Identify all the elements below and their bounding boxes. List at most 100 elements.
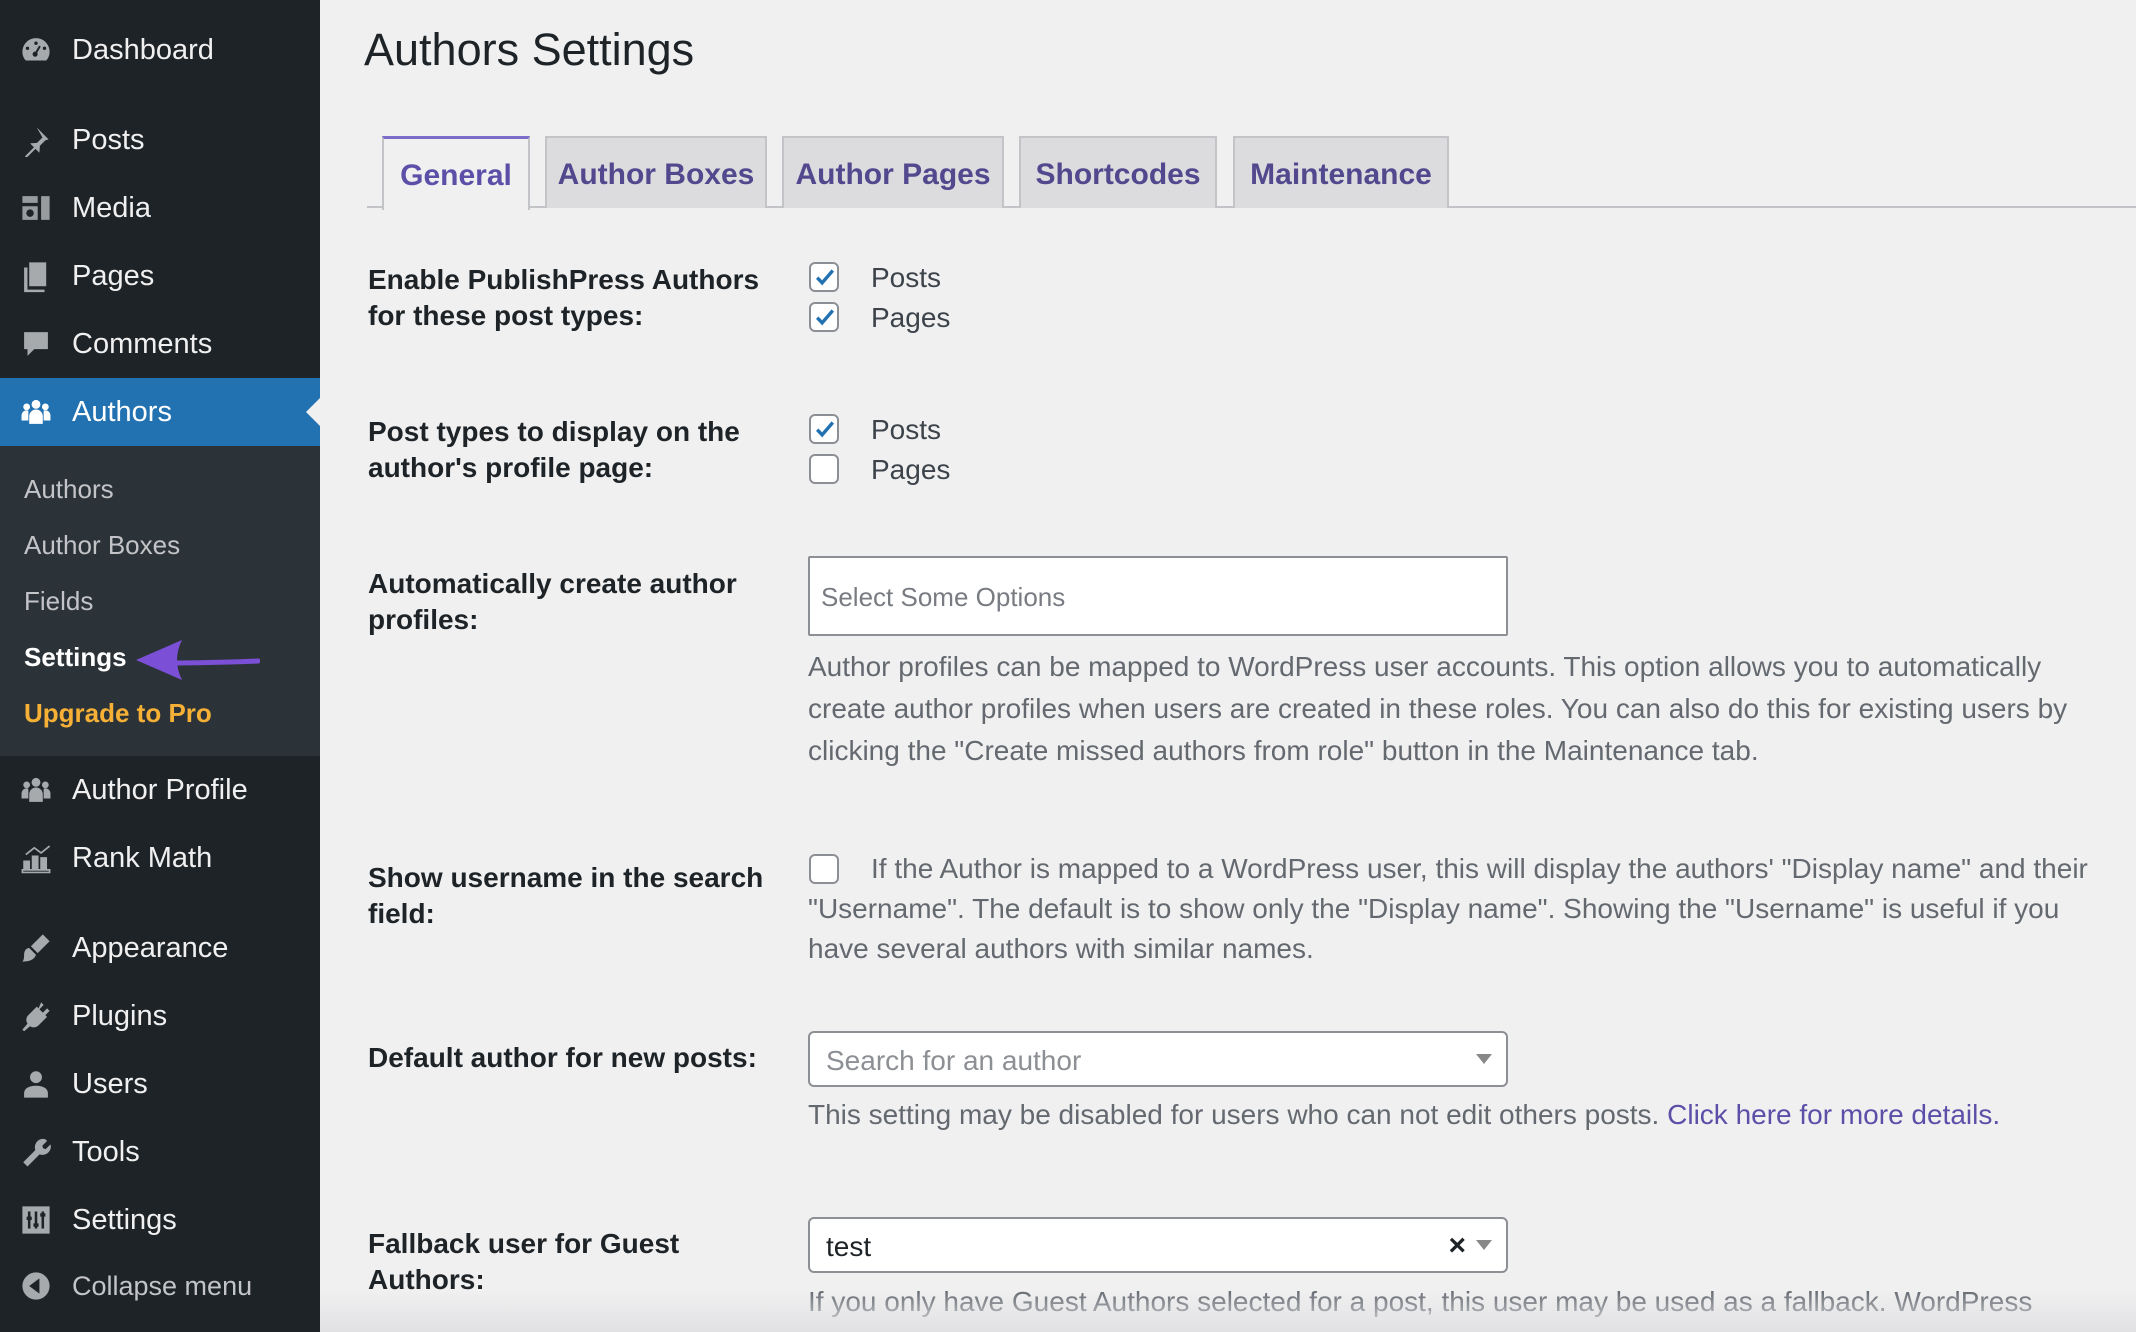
menu-users[interactable]: Users [0,1052,320,1116]
menu-label: Tools [72,1135,140,1168]
desc-line: Author profiles can be mapped to WordPre… [808,651,2042,682]
menu-pages[interactable]: Pages [0,244,320,308]
author-profile-icon [17,771,55,809]
authors-icon [17,393,55,431]
menu-posts[interactable]: Posts [0,108,320,172]
settings-tabs: General Author Boxes Author Pages Shortc… [367,134,2136,210]
desc-line: If the Author is mapped to a WordPress u… [871,853,2088,884]
profile-page-posts-checkbox[interactable] [809,414,839,444]
menu-label: Collapse menu [72,1270,253,1301]
desc-line: have several authors with similar names. [808,933,1314,964]
menu-tools[interactable]: Tools [0,1120,320,1184]
submenu-author-boxes[interactable]: Author Boxes [24,530,180,561]
label-line: Show username in the search [368,862,764,893]
fallback-user-select[interactable]: test × [808,1217,1508,1273]
auto-create-label: Automatically create author profiles: [368,566,737,638]
menu-label: Settings [72,1203,177,1236]
brush-icon [17,929,55,967]
more-details-link[interactable]: Click here for more details. [1667,1099,2000,1130]
label-line: Automatically create author [368,568,737,599]
menu-label: Posts [72,123,145,156]
menu-plugins[interactable]: Plugins [0,984,320,1048]
auto-create-roles-multiselect[interactable]: Select Some Options [808,556,1508,636]
submenu-authors[interactable]: Authors [24,474,114,505]
label-line: field: [368,898,435,929]
label-line: author's profile page: [368,452,654,483]
rank-math-icon [17,839,55,877]
label-line: Fallback user for Guest [368,1228,680,1259]
menu-appearance[interactable]: Appearance [0,916,320,980]
dashboard-icon [17,31,55,69]
desc-text: This setting may be disabled for users w… [808,1099,1660,1130]
multiselect-placeholder: Select Some Options [821,582,1066,612]
menu-label: Users [72,1067,148,1100]
default-author-description: This setting may be disabled for users w… [808,1094,2000,1136]
menu-label: Plugins [72,999,168,1032]
post-types-pages-checkbox[interactable] [809,302,839,332]
menu-dashboard[interactable]: Dashboard [0,18,320,82]
settings-icon [17,1201,55,1239]
authors-submenu: Authors Author Boxes Fields Settings Upg… [0,446,320,756]
checkmark-icon [815,421,835,438]
profile-page-pages-checkbox[interactable] [809,454,839,484]
menu-label: Rank Math [72,841,213,874]
checkbox-label: Posts [871,414,942,445]
chevron-down-icon [1476,1054,1492,1064]
checkbox-label: Posts [871,262,942,293]
menu-label: Comments [72,327,213,360]
menu-label: Appearance [72,931,229,964]
menu-authors[interactable]: Authors [0,378,320,446]
checkbox-label: Pages [871,454,951,485]
post-types-label: Enable PublishPress Authors for these po… [368,262,759,334]
collapse-icon [17,1267,55,1305]
desc-line: "Username". The default is to show only … [808,893,2060,924]
annotation-arrow-icon [136,640,260,680]
desc-line: create author profiles when users are cr… [808,693,2068,724]
menu-settings[interactable]: Settings [0,1188,320,1252]
tab-general[interactable]: General [382,136,530,210]
submenu-settings[interactable]: Settings [24,642,127,673]
tab-maintenance[interactable]: Maintenance [1233,136,1449,208]
pin-icon [17,121,55,159]
menu-author-profile[interactable]: Author Profile [0,758,320,822]
menu-label: Dashboard [72,33,214,66]
label-line: Post types to display on the [368,416,740,447]
default-author-label: Default author for new posts: [368,1042,757,1073]
desc-line: clicking the "Create missed authors from… [808,735,1759,766]
menu-comments[interactable]: Comments [0,312,320,376]
label-line: Enable PublishPress Authors [368,264,760,295]
clear-selection-icon[interactable]: × [1448,1229,1466,1263]
page-title: Authors Settings [364,24,695,75]
admin-sidebar: Dashboard Posts Media Pages Comments Aut… [0,0,320,1332]
fallback-user-label: Fallback user for Guest Authors: [368,1226,679,1298]
chevron-down-icon [1476,1240,1492,1250]
tab-shortcodes[interactable]: Shortcodes [1019,136,1217,208]
profile-page-label: Post types to display on the author's pr… [368,414,740,486]
select-value: test [826,1231,872,1262]
wrench-icon [17,1133,55,1171]
checkmark-icon [815,309,835,326]
tab-author-boxes[interactable]: Author Boxes [545,136,767,208]
tab-author-pages[interactable]: Author Pages [782,136,1004,208]
menu-rank-math[interactable]: Rank Math [0,826,320,890]
user-icon [17,1065,55,1103]
checkbox-label: Pages [871,302,951,333]
comment-icon [17,325,55,363]
auto-create-description: Author profiles can be mapped to WordPre… [808,646,2067,772]
label-line: profiles: [368,604,479,635]
menu-label: Authors [72,395,172,428]
menu-label: Media [72,191,151,224]
plug-icon [17,997,55,1035]
label-line: for these post types: [368,300,644,331]
show-username-description: If the Author is mapped to a WordPress u… [808,849,2088,969]
select-placeholder: Search for an author [826,1045,1082,1076]
collapse-menu-button[interactable]: Collapse menu [0,1254,320,1318]
media-icon [17,189,55,227]
submenu-upgrade-to-pro[interactable]: Upgrade to Pro [24,698,212,729]
post-types-posts-checkbox[interactable] [809,262,839,292]
default-author-select[interactable]: Search for an author [808,1031,1508,1087]
submenu-fields[interactable]: Fields [24,586,93,617]
checkmark-icon [815,269,835,286]
show-username-label: Show username in the search field: [368,860,763,932]
menu-media[interactable]: Media [0,176,320,240]
